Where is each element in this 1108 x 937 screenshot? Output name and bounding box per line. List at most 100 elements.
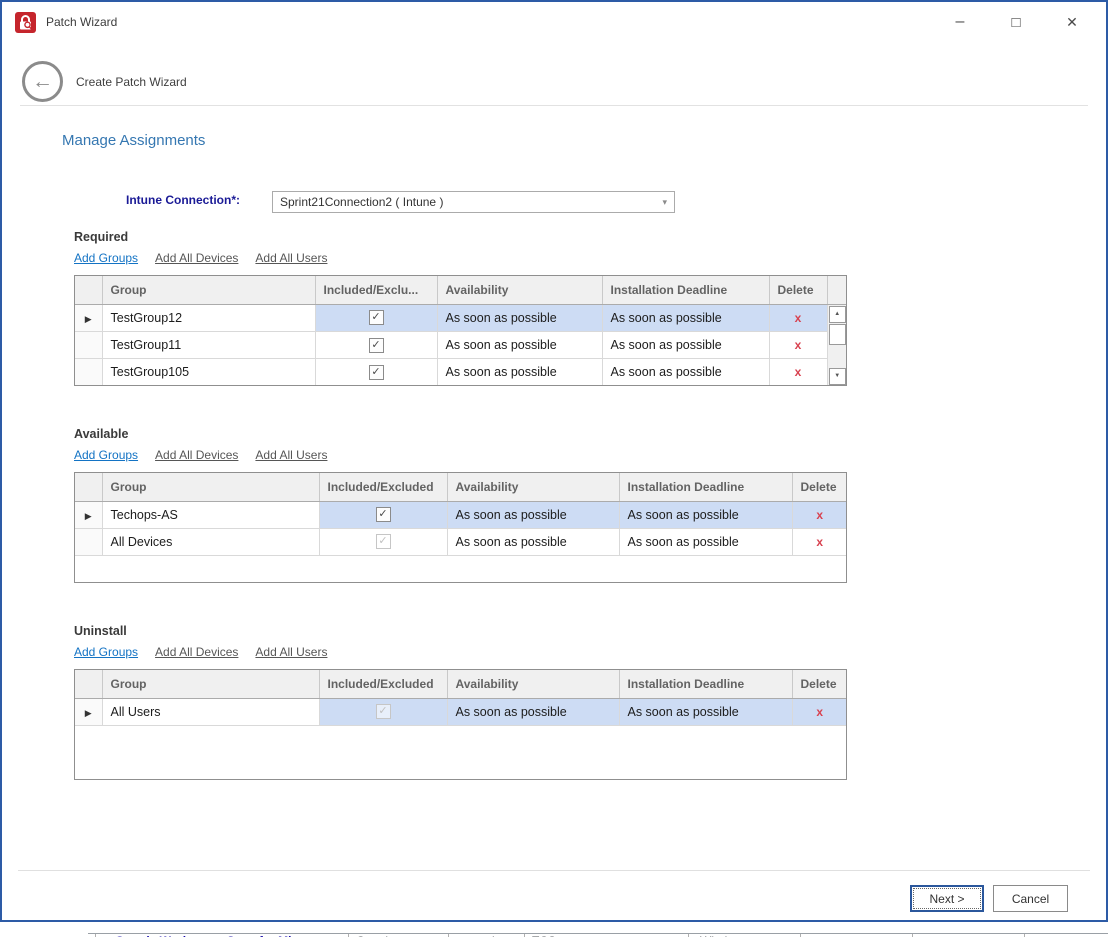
group-cell[interactable]: TestGroup12: [102, 304, 315, 331]
delete-cell: x: [769, 331, 827, 358]
delete-button[interactable]: x: [816, 535, 823, 549]
patch-wizard-dialog: Patch Wizard – □ ✕ ← Create Patch Wizard…: [0, 0, 1108, 922]
included-checkbox[interactable]: ✓: [369, 310, 384, 325]
add-all-users-link[interactable]: Add All Users: [255, 251, 327, 265]
group-cell[interactable]: TestGroup11: [102, 331, 315, 358]
maximize-icon[interactable]: □: [988, 2, 1044, 42]
column-header-delete: Delete: [792, 670, 847, 698]
column-header-installation-deadline: Installation Deadline: [602, 276, 769, 304]
group-cell[interactable]: All Users: [102, 698, 319, 725]
installation-deadline-cell[interactable]: As soon as possible: [602, 304, 769, 331]
scroll-up-icon[interactable]: ▲: [829, 306, 847, 323]
column-header-availability: Availability: [447, 670, 619, 698]
add-all-users-link[interactable]: Add All Users: [255, 448, 327, 462]
section-heading-uninstall: Uninstall: [74, 624, 847, 638]
group-cell[interactable]: TestGroup105: [102, 359, 315, 386]
back-button[interactable]: ←: [22, 61, 63, 102]
app-lock-icon: [15, 12, 36, 33]
current-row-icon: ▶: [85, 511, 92, 521]
intune-connection-dropdown[interactable]: Sprint21Connection2 ( Intune ) ▾: [272, 191, 675, 213]
installation-deadline-cell[interactable]: As soon as possible: [602, 331, 769, 358]
delete-button[interactable]: x: [795, 311, 802, 325]
delete-button[interactable]: x: [816, 508, 823, 522]
delete-cell: x: [769, 304, 827, 331]
scrollbar-thumb[interactable]: [829, 324, 847, 345]
assignment-links: Add Groups Add All Devices Add All Users: [74, 645, 847, 659]
section-required: Required Add Groups Add All Devices Add …: [74, 230, 847, 386]
installation-deadline-cell[interactable]: As soon as possible: [602, 359, 769, 386]
included-cell: ✓: [319, 698, 447, 725]
intune-connection-value: Sprint21Connection2 ( Intune ): [280, 195, 443, 209]
included-checkbox-disabled: ✓: [376, 704, 391, 719]
table-row[interactable]: All Devices ✓ As soon as possible As soo…: [75, 528, 847, 555]
table-row[interactable]: TestGroup105 ✓ As soon as possible As so…: [75, 359, 847, 386]
group-cell[interactable]: Techops-AS: [102, 501, 319, 528]
add-groups-link[interactable]: Add Groups: [74, 645, 138, 659]
delete-cell: x: [769, 359, 827, 386]
add-all-devices-link[interactable]: Add All Devices: [155, 251, 238, 265]
availability-cell[interactable]: As soon as possible: [437, 331, 602, 358]
table-row[interactable]: ▶ Techops-AS ✓ As soon as possible As so…: [75, 501, 847, 528]
row-selector-header: [75, 670, 102, 698]
availability-cell[interactable]: As soon as possible: [447, 528, 619, 555]
included-checkbox[interactable]: ✓: [369, 365, 384, 380]
installation-deadline-cell[interactable]: As soon as possible: [619, 528, 792, 555]
section-uninstall: Uninstall Add Groups Add All Devices Add…: [74, 624, 847, 780]
row-selector-cell[interactable]: ▶: [75, 501, 102, 528]
column-header-included-excluded: Included/Exclu...: [315, 276, 437, 304]
required-table: Group Included/Exclu... Availability Ins…: [74, 275, 847, 386]
uninstall-table: Group Included/Excluded Availability Ins…: [74, 669, 847, 780]
availability-cell[interactable]: As soon as possible: [437, 304, 602, 331]
next-button[interactable]: Next >: [910, 885, 984, 912]
column-header-delete: Delete: [769, 276, 827, 304]
group-cell[interactable]: All Devices: [102, 528, 319, 555]
add-groups-link[interactable]: Add Groups: [74, 448, 138, 462]
included-cell: ✓: [319, 501, 447, 528]
table-row[interactable]: ▶ All Users ✓ As soon as possible As soo…: [75, 698, 847, 725]
vertical-scrollbar[interactable]: ▲ ▼: [828, 305, 848, 386]
row-selector-cell[interactable]: [75, 331, 102, 358]
minimize-icon[interactable]: –: [932, 2, 988, 42]
column-header-included-excluded: Included/Excluded: [319, 670, 447, 698]
row-selector-header: [75, 473, 102, 501]
column-header-group: Group: [102, 670, 319, 698]
included-checkbox[interactable]: ✓: [376, 507, 391, 522]
row-selector-cell[interactable]: ▶: [75, 698, 102, 725]
delete-button[interactable]: x: [795, 365, 802, 379]
included-checkbox-disabled: ✓: [376, 534, 391, 549]
availability-cell[interactable]: As soon as possible: [447, 698, 619, 725]
delete-button[interactable]: x: [795, 338, 802, 352]
cancel-button[interactable]: Cancel: [993, 885, 1068, 912]
scroll-down-icon[interactable]: ▼: [829, 368, 847, 385]
close-icon[interactable]: ✕: [1044, 2, 1100, 42]
installation-deadline-cell[interactable]: As soon as possible: [619, 698, 792, 725]
back-arrow-icon: ←: [32, 70, 53, 94]
table-row[interactable]: TestGroup11 ✓ As soon as possible As soo…: [75, 331, 847, 358]
footer-divider: [18, 870, 1090, 871]
assignment-links: Add Groups Add All Devices Add All Users: [74, 448, 847, 462]
available-table: Group Included/Excluded Availability Ins…: [74, 472, 847, 583]
page-title: Manage Assignments: [62, 132, 205, 149]
included-cell: ✓: [315, 331, 437, 358]
add-all-devices-link[interactable]: Add All Devices: [155, 448, 238, 462]
column-header-installation-deadline: Installation Deadline: [619, 473, 792, 501]
included-checkbox[interactable]: ✓: [369, 338, 384, 353]
availability-cell[interactable]: As soon as possible: [437, 359, 602, 386]
row-selector-cell[interactable]: [75, 528, 102, 555]
add-all-devices-link[interactable]: Add All Devices: [155, 645, 238, 659]
header-row: Group Included/Exclu... Availability Ins…: [75, 276, 847, 304]
availability-cell[interactable]: As soon as possible: [447, 501, 619, 528]
delete-button[interactable]: x: [816, 705, 823, 719]
add-all-users-link[interactable]: Add All Users: [255, 645, 327, 659]
table-row[interactable]: ▶ TestGroup12 ✓ As soon as possible As s…: [75, 304, 847, 331]
row-selector-cell[interactable]: ▶: [75, 304, 102, 331]
scrollbar-cell: ▲ ▼: [827, 304, 847, 386]
row-selector-cell[interactable]: [75, 359, 102, 386]
installation-deadline-cell[interactable]: As soon as possible: [619, 501, 792, 528]
delete-cell: x: [792, 698, 847, 725]
header-row: Group Included/Excluded Availability Ins…: [75, 473, 847, 501]
add-groups-link[interactable]: Add Groups: [74, 251, 138, 265]
column-header-included-excluded: Included/Excluded: [319, 473, 447, 501]
window-title: Patch Wizard: [46, 15, 117, 29]
column-header-delete: Delete: [792, 473, 847, 501]
